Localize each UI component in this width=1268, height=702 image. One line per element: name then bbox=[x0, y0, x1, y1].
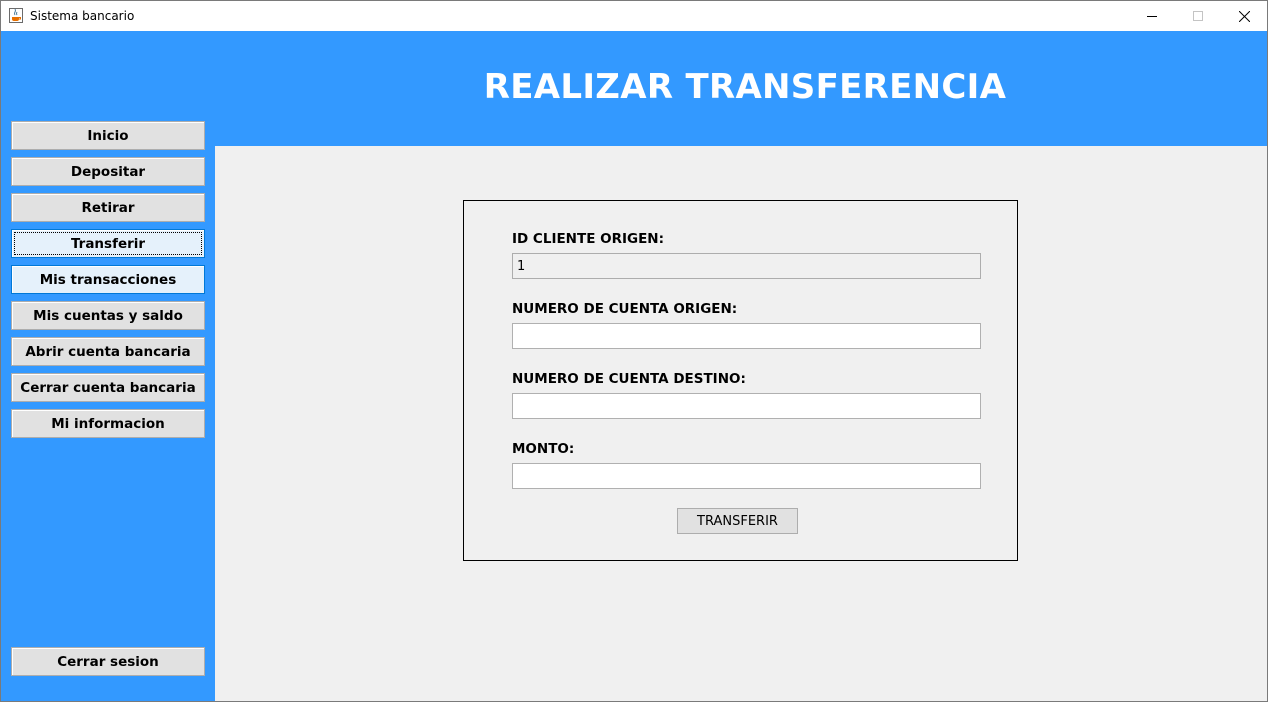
nav-button-label: Inicio bbox=[87, 127, 129, 144]
nav-abrir-cuenta-button[interactable]: Abrir cuenta bancaria bbox=[11, 337, 205, 366]
app-window: Sistema bancario Inicio Depositar Retira… bbox=[0, 0, 1268, 702]
sidebar: Inicio Depositar Retirar Transferir Mis … bbox=[1, 31, 215, 701]
origin-account-field[interactable] bbox=[512, 323, 981, 349]
page-header: REALIZAR TRANSFERENCIA bbox=[215, 31, 1267, 146]
nav-button-label: Mis cuentas y saldo bbox=[33, 307, 183, 324]
amount-label: MONTO: bbox=[512, 441, 575, 457]
nav-button-label: Retirar bbox=[81, 199, 135, 216]
nav-mis-transacciones-button[interactable]: Mis transacciones bbox=[11, 265, 205, 294]
amount-field[interactable] bbox=[512, 463, 981, 489]
maximize-icon bbox=[1193, 11, 1203, 21]
transfer-form: ID CLIENTE ORIGEN: NUMERO DE CUENTA ORIG… bbox=[463, 200, 1018, 561]
nav-inicio-button[interactable]: Inicio bbox=[11, 121, 205, 150]
nav-button-label: Abrir cuenta bancaria bbox=[25, 343, 191, 360]
java-cup-icon bbox=[9, 8, 23, 23]
nav-transferir-button[interactable]: Transferir bbox=[11, 229, 205, 258]
minimize-button[interactable] bbox=[1129, 1, 1175, 31]
nav-button-label: Mi informacion bbox=[51, 415, 165, 432]
minimize-icon bbox=[1147, 16, 1157, 17]
nav-depositar-button[interactable]: Depositar bbox=[11, 157, 205, 186]
nav-mis-cuentas-button[interactable]: Mis cuentas y saldo bbox=[11, 301, 205, 330]
dest-account-field[interactable] bbox=[512, 393, 981, 419]
close-icon bbox=[1238, 10, 1250, 22]
page-title: REALIZAR TRANSFERENCIA bbox=[483, 67, 1007, 107]
nav-retirar-button[interactable]: Retirar bbox=[11, 193, 205, 222]
focus-ring bbox=[14, 232, 202, 255]
logout-button-label: Cerrar sesion bbox=[57, 653, 159, 670]
dest-account-label: NUMERO DE CUENTA DESTINO: bbox=[512, 371, 746, 387]
nav-mi-informacion-button[interactable]: Mi informacion bbox=[11, 409, 205, 438]
nav-cerrar-cuenta-button[interactable]: Cerrar cuenta bancaria bbox=[11, 373, 205, 402]
window-title: Sistema bancario bbox=[30, 9, 135, 23]
client-id-label: ID CLIENTE ORIGEN: bbox=[512, 231, 665, 247]
nav-button-label: Cerrar cuenta bancaria bbox=[20, 379, 196, 396]
title-bar[interactable]: Sistema bancario bbox=[1, 1, 1267, 31]
origin-account-label: NUMERO DE CUENTA ORIGEN: bbox=[512, 301, 738, 317]
nav-button-label: Depositar bbox=[70, 163, 146, 180]
nav-button-label: Mis transacciones bbox=[39, 271, 177, 288]
maximize-button[interactable] bbox=[1175, 1, 1221, 31]
transfer-button[interactable]: TRANSFERIR bbox=[677, 508, 798, 534]
main-content: ID CLIENTE ORIGEN: NUMERO DE CUENTA ORIG… bbox=[215, 146, 1267, 701]
logout-button[interactable]: Cerrar sesion bbox=[11, 647, 205, 676]
transfer-button-label: TRANSFERIR bbox=[697, 513, 778, 529]
close-button[interactable] bbox=[1221, 1, 1267, 31]
client-id-field[interactable] bbox=[512, 253, 981, 279]
